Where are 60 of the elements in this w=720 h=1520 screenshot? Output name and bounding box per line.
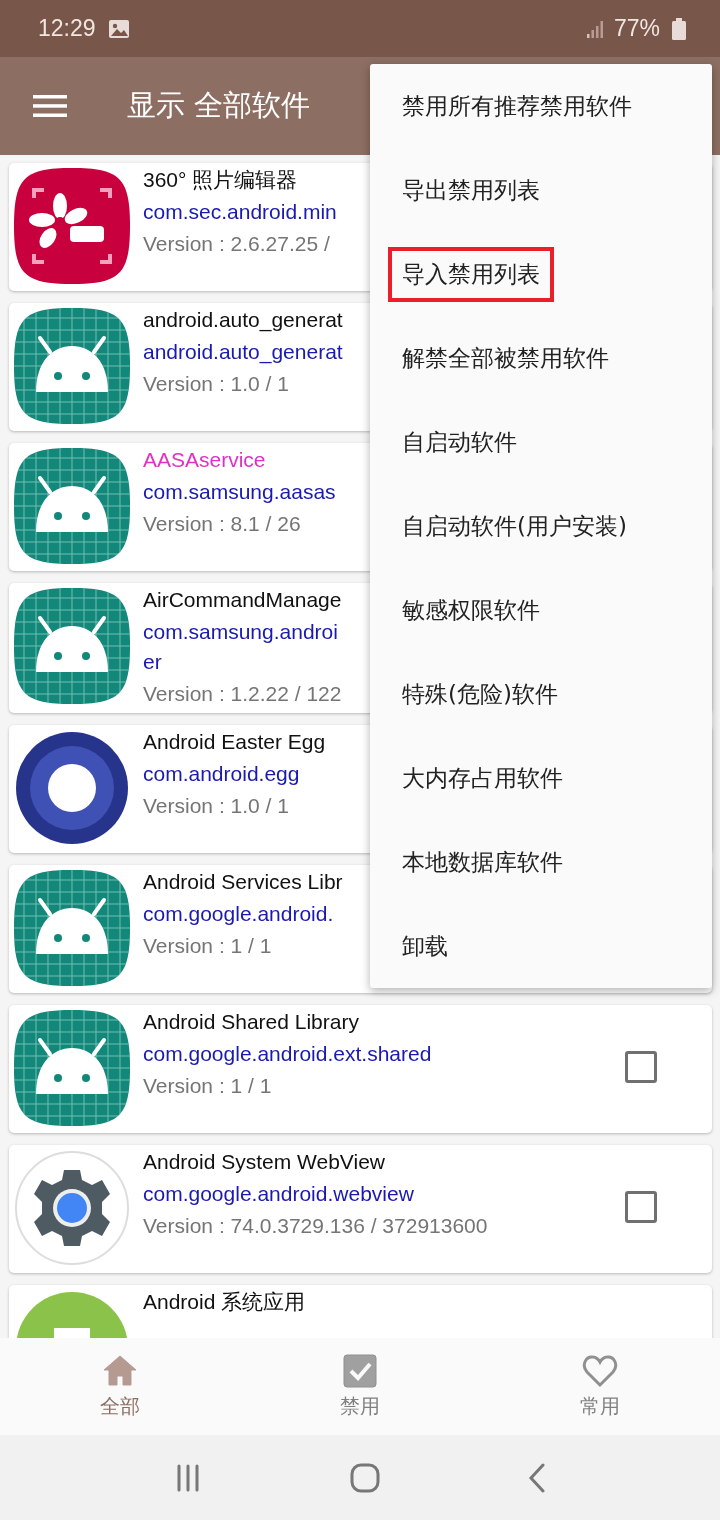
app-name: Android System WebView [143, 1149, 386, 1175]
app-name: Android Services Libr [143, 869, 343, 895]
image-icon [107, 18, 130, 39]
version-text: Version : 74.0.3729.136 / 372913600 [143, 1213, 488, 1239]
app-name: Android Easter Egg [143, 729, 326, 755]
version-text: Version : 1.2.22 / 122 [143, 681, 342, 707]
package-name: com.google.android. [143, 901, 335, 927]
nav-tab[interactable]: 常用 [480, 1338, 720, 1435]
package-name: com.sec.android.min [143, 199, 337, 225]
app-card[interactable]: Android Shared Library com.google.android.ext.shared Version : 1 / 1 [9, 1005, 712, 1133]
back-icon[interactable] [528, 1462, 546, 1493]
checkbox[interactable] [625, 1191, 657, 1223]
version-text: Version : 2.6.27.25 / [143, 231, 331, 257]
menu-item[interactable]: 导入禁用列表 [388, 246, 554, 302]
signal-icon [585, 18, 606, 39]
version-text: Version : 1.0 / 1 [143, 793, 290, 819]
nav-tab[interactable]: 禁用 [240, 1338, 480, 1435]
package-name: com.samsung.androi er [143, 619, 339, 675]
battery-text: 77% [613, 15, 660, 42]
package-name: com.google.android.webview [143, 1181, 415, 1207]
version-text: Version : 1 / 1 [143, 1073, 273, 1099]
battery-icon [672, 17, 686, 40]
menu-item[interactable]: 导出禁用列表 [388, 162, 554, 218]
package-name: android.auto_generat [143, 339, 343, 366]
menu-item[interactable]: 禁用所有推荐禁用软件 [388, 78, 646, 134]
menu-item[interactable]: 敏感权限软件 [388, 582, 554, 638]
app-name: Android 系统应用 [143, 1289, 306, 1315]
photo-editor-icon [12, 166, 132, 286]
android-icon [12, 446, 132, 566]
gear-icon [12, 1148, 132, 1268]
menu-item[interactable]: 大内存占用软件 [388, 750, 577, 806]
nav-tab[interactable]: 全部 [0, 1338, 240, 1435]
menu-item[interactable]: 解禁全部被禁用软件 [388, 330, 623, 386]
home-button-icon[interactable] [350, 1462, 380, 1493]
package-name: com.android.egg [143, 761, 301, 787]
time-text: 12:29 [38, 15, 96, 42]
home-icon [102, 1353, 138, 1389]
android-icon [12, 868, 132, 988]
heart-icon [582, 1353, 618, 1389]
app-name: 360° 照片编辑器 [143, 167, 299, 193]
version-text: Version : 8.1 / 26 [143, 511, 302, 537]
checkbox[interactable] [625, 1051, 657, 1083]
android-icon [12, 306, 132, 426]
app-card[interactable]: Android System WebView com.google.android.webview Version : 74.0.3729.136 / 372913600 [9, 1145, 712, 1273]
android-icon [12, 586, 132, 706]
android-icon [12, 1008, 132, 1128]
app-name: android.auto_generat [143, 307, 343, 334]
package-name: com.google.android.ext.shared [143, 1041, 432, 1067]
screen-title: 显示 全部软件 [127, 87, 311, 124]
app-name: AASAservice [143, 447, 267, 473]
menu-item[interactable]: 自启动软件(用户安装) [388, 498, 641, 554]
version-text: Version : 1 / 1 [143, 933, 273, 959]
menu-item[interactable]: 卸载 [388, 918, 462, 974]
checkbox-icon [342, 1353, 378, 1389]
app-name: AirCommandManage [143, 587, 342, 613]
package-name: com.samsung.aasas [143, 479, 336, 505]
app-name: Android Shared Library [143, 1009, 360, 1035]
menu-icon[interactable] [33, 94, 67, 118]
version-text: Version : 1.0 / 1 [143, 371, 290, 397]
app-card[interactable]: Android 系统应用 [9, 1285, 712, 1338]
